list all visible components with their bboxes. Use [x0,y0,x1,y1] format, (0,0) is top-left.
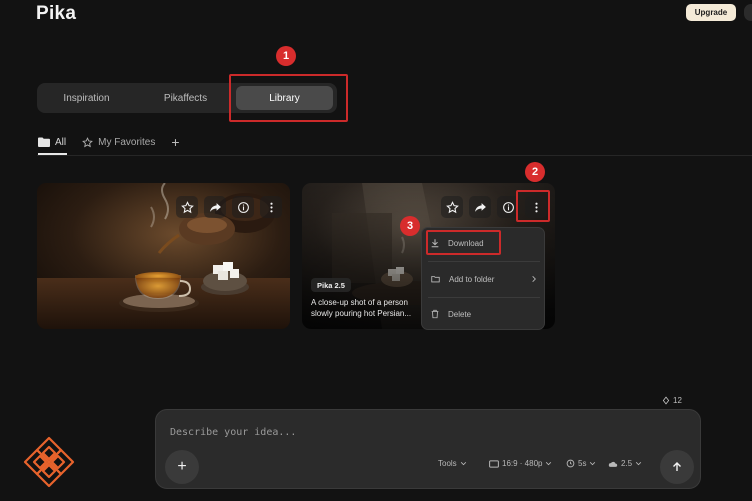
tab-pikaffects[interactable]: Pikaffects [136,83,235,113]
prompt-composer: + Tools 16:9 · 480p 5s 2.5 [155,409,701,489]
chevron-right-icon [532,276,536,282]
upgrade-button[interactable]: Upgrade [686,4,736,21]
info-button[interactable] [232,196,254,218]
tab-inspiration[interactable]: Inspiration [37,83,136,113]
share-button[interactable] [469,196,491,218]
send-button[interactable] [660,450,694,484]
diamond-icon [662,396,670,405]
share-button[interactable] [204,196,226,218]
video-caption: A close-up shot of a person slowly pouri… [311,298,412,318]
menu-separator [428,261,540,262]
favorite-button[interactable] [176,196,198,218]
menu-item-add-to-folder-label: Add to folder [449,274,495,284]
duration-label: 5s [578,459,587,468]
more-options-highlight-box [516,190,550,222]
library-highlight-box [229,74,348,122]
annotation-badge-3: 3 [400,216,420,236]
add-filter-label: + [171,134,180,150]
filters-divider [37,155,752,156]
folder-icon [38,137,50,147]
aspect-ratio-label: 16:9 · 480p [502,459,543,468]
more-options-button[interactable] [260,196,282,218]
chevron-down-icon [546,462,552,466]
info-icon [237,201,249,213]
pika-brand-logo-icon [23,436,75,488]
avatar[interactable] [744,4,752,21]
chevron-down-icon [590,462,596,466]
menu-item-delete[interactable]: Delete [430,309,471,319]
pika-logo[interactable]: Pika [36,3,76,25]
download-highlight-box [426,230,501,255]
info-icon [502,201,514,213]
annotation-badge-2: 2 [525,162,545,182]
tools-label: Tools [438,459,457,468]
tools-dropdown[interactable]: Tools [438,459,467,468]
star-icon [180,200,194,213]
credits-count: 12 [673,396,682,405]
card-1-actions [176,193,282,221]
annotation-badge-1: 1 [276,46,296,66]
arrow-up-icon [673,462,681,471]
filter-my-favorites-label: My Favorites [98,136,156,148]
cloud-icon [608,461,618,467]
clock-icon [566,459,575,468]
aspect-ratio-dropdown[interactable]: 16:9 · 480p [489,459,552,468]
credits-counter: 12 [662,396,682,405]
library-filters: All My Favorites + [38,132,196,152]
model-label: 2.5 [621,459,633,468]
model-dropdown[interactable]: 2.5 [608,459,642,468]
menu-item-add-to-folder[interactable]: Add to folder [430,274,538,284]
share-icon [209,202,221,212]
filter-my-favorites[interactable]: My Favorites [82,137,155,148]
add-attachment-button[interactable]: + [165,450,199,484]
trash-icon [431,309,439,319]
menu-item-delete-label: Delete [448,309,472,319]
prompt-input[interactable] [170,424,670,440]
chevron-down-icon [460,462,466,466]
model-version-badge: Pika 2.5 [311,278,351,292]
add-filter-button[interactable]: + [171,134,179,150]
chevron-down-icon [635,462,642,466]
share-icon [474,202,486,212]
star-outline-icon [82,136,94,147]
folder-icon [431,276,440,283]
filter-all-label: All [55,136,67,148]
star-icon [445,200,459,213]
favorite-button[interactable] [441,196,463,218]
filter-all[interactable]: All [38,137,66,148]
duration-dropdown[interactable]: 5s [566,459,596,468]
aspect-ratio-icon [489,459,499,468]
menu-separator [428,297,540,298]
more-icon [269,202,273,212]
